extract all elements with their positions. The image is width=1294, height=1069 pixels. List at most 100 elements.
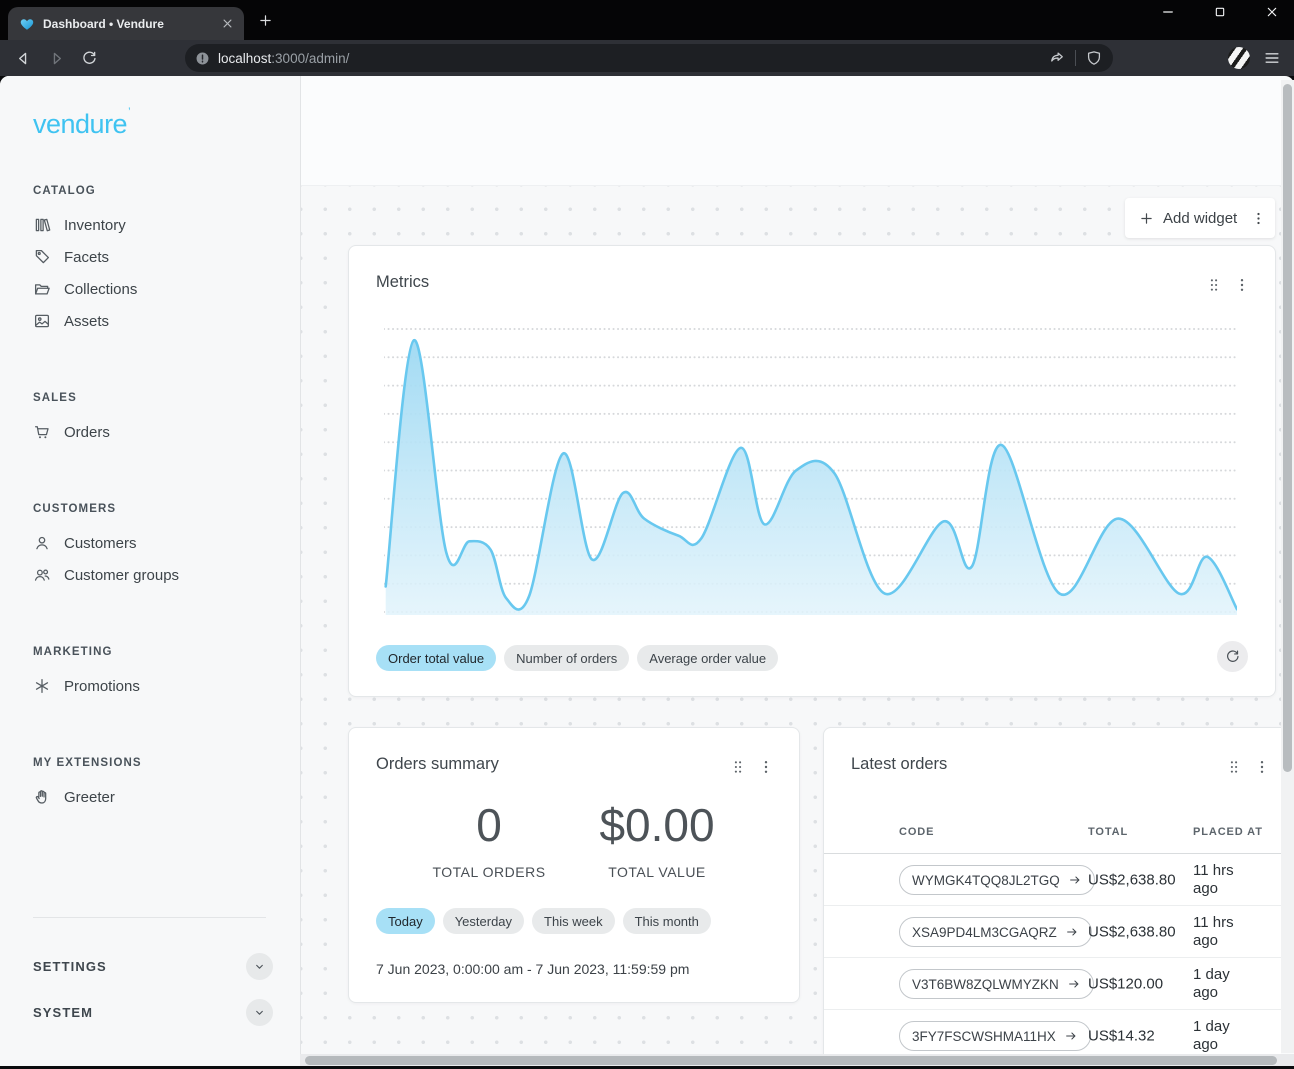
nav-section-heading: MY EXTENSIONS <box>33 757 300 771</box>
browser-tab[interactable]: Dashboard • Vendure <box>8 7 244 40</box>
sidebar-item-orders[interactable]: Orders <box>0 416 300 448</box>
sidebar-item-collections[interactable]: Collections <box>0 273 300 305</box>
metric-tab-average-order-value[interactable]: Average order value <box>637 645 778 671</box>
date-filter-yesterday[interactable]: Yesterday <box>443 908 524 934</box>
back-button[interactable] <box>14 49 33 68</box>
sidebar-item-facets[interactable]: Facets <box>0 241 300 273</box>
sidebar-item-customer-groups[interactable]: Customer groups <box>0 559 300 591</box>
nav-section-heading: CUSTOMERS <box>33 503 300 517</box>
sidebar-item-label: Customers <box>64 535 137 552</box>
column-header-code: CODE <box>899 826 934 838</box>
sidebar-item-inventory[interactable]: Inventory <box>0 209 300 241</box>
date-filter-today[interactable]: Today <box>376 908 435 934</box>
metric-tab-number-of-orders[interactable]: Number of orders <box>504 645 629 671</box>
main-content: Dashboard Super Admin Add widget Metrics… <box>301 76 1281 1066</box>
sidebar-nav: CATALOG Inventory FacetsCollections Assets S… <box>0 185 300 868</box>
window-close-button[interactable] <box>1264 4 1280 20</box>
date-filter-chips: Today Yesterday This week This month <box>376 908 711 934</box>
chevron-down-icon <box>252 1005 267 1020</box>
divider <box>1075 50 1076 66</box>
orders-table-body: WYMGK4TQQ8JL2TGQUS$2,638.8011 hrs agoXSA… <box>824 854 1281 1062</box>
metric-tab-order-total-value[interactable]: Order total value <box>376 645 496 671</box>
add-widget-menu-icon[interactable] <box>1250 210 1267 227</box>
sidebar-item-settings[interactable]: SETTINGS <box>33 950 273 982</box>
tab-title: Dashboard • Vendure <box>43 17 212 31</box>
chevron-down-icon <box>252 959 267 974</box>
tab-strip: Dashboard • Vendure <box>0 0 1294 40</box>
browser-profile-avatar[interactable] <box>1228 47 1250 69</box>
drag-handle-icon[interactable] <box>1225 758 1243 776</box>
url-path: :3000/admin/ <box>271 51 349 66</box>
refresh-button[interactable] <box>1217 641 1248 672</box>
add-widget-button[interactable]: Add widget <box>1125 198 1275 238</box>
order-code-link[interactable]: WYMGK4TQQ8JL2TGQ <box>899 865 1095 895</box>
vendure-logo[interactable]: vendure’ <box>0 76 300 140</box>
order-total: US$2,638.80 <box>1088 923 1176 940</box>
image-icon <box>33 312 51 330</box>
brave-shield-icon[interactable] <box>1085 49 1103 67</box>
order-code-link[interactable]: V3T6BW8ZQLWMYZKN <box>899 969 1094 999</box>
order-code: XSA9PD4LM3CGAQRZ <box>912 925 1057 940</box>
site-info-icon[interactable] <box>194 50 211 67</box>
system-expand-button[interactable] <box>246 999 273 1026</box>
vendure-admin-app: vendure’ CATALOG Inventory FacetsCollectio… <box>0 76 1294 1066</box>
drag-handle-icon[interactable] <box>1205 276 1223 294</box>
order-code-link[interactable]: 3FY7FSCWSHMA11HX <box>899 1021 1091 1051</box>
arrow-right-icon <box>1065 925 1079 939</box>
order-placed-at: 1 day ago <box>1193 966 1257 1002</box>
column-header-total: TOTAL <box>1088 826 1128 838</box>
new-tab-button[interactable] <box>257 12 274 29</box>
horizontal-scrollbar[interactable] <box>300 1054 1281 1066</box>
widget-title: Metrics <box>376 273 429 292</box>
vendure-favicon-icon <box>19 16 35 32</box>
sidebar-item-label: Inventory <box>64 217 126 234</box>
address-bar[interactable]: localhost:3000/admin/ <box>185 44 1113 72</box>
order-row: V3T6BW8ZQLWMYZKNUS$120.001 day ago <box>824 958 1281 1010</box>
column-header-placed-at: PLACED AT <box>1193 826 1263 838</box>
snowflake-icon <box>33 677 51 695</box>
nav-section-heading: CATALOG <box>33 185 300 199</box>
stat-label: TOTAL VALUE <box>557 864 757 880</box>
sidebar-item-greeter[interactable]: Greeter <box>0 781 300 813</box>
share-icon[interactable] <box>1048 49 1066 67</box>
widget-menu-button[interactable] <box>757 758 775 776</box>
sidebar-item-label: Orders <box>64 424 110 441</box>
sidebar-item-label: Greeter <box>64 789 115 806</box>
widget-header: Metrics <box>349 246 1275 304</box>
date-filter-this-week[interactable]: This week <box>532 908 615 934</box>
order-row: WYMGK4TQQ8JL2TGQUS$2,638.8011 hrs ago <box>824 854 1281 906</box>
scrollbar-corner <box>1281 1054 1294 1066</box>
nav-section-heading: SALES <box>33 392 300 406</box>
latest-orders-widget: Latest orders CODE TOTAL PLACED AT WYMGK… <box>823 727 1281 1066</box>
tab-close-icon[interactable] <box>220 16 235 31</box>
reload-button[interactable] <box>80 49 99 68</box>
sidebar-item-label: Promotions <box>64 678 140 695</box>
url-text: localhost:3000/admin/ <box>218 51 1048 66</box>
vertical-scrollbar[interactable] <box>1281 80 1294 1053</box>
date-filter-this-month[interactable]: This month <box>623 908 711 934</box>
orders-summary-widget: Orders summary 0 TOTAL ORDERS $0.00 TOTA… <box>348 727 800 1003</box>
widget-menu-button[interactable] <box>1253 758 1271 776</box>
sidebar-divider <box>33 917 266 918</box>
horizontal-scrollbar-thumb[interactable] <box>305 1056 1277 1065</box>
widget-menu-button[interactable] <box>1233 276 1251 294</box>
sidebar-item-customers[interactable]: Customers <box>0 527 300 559</box>
order-placed-at: 11 hrs ago <box>1193 914 1257 950</box>
nav-section-heading: MARKETING <box>33 646 300 660</box>
window-minimize-button[interactable] <box>1160 4 1176 20</box>
widget-title: Latest orders <box>851 755 947 774</box>
browser-menu-button[interactable] <box>1262 48 1282 68</box>
order-code-link[interactable]: XSA9PD4LM3CGAQRZ <box>899 917 1092 947</box>
users-icon <box>33 566 51 584</box>
sidebar-item-system[interactable]: SYSTEM <box>33 996 273 1028</box>
sidebar-item-promotions[interactable]: Promotions <box>0 670 300 702</box>
sidebar-item-label: Assets <box>64 313 109 330</box>
widget-header: Orders summary <box>349 728 799 786</box>
sidebar-item-assets[interactable]: Assets <box>0 305 300 337</box>
vertical-scrollbar-thumb[interactable] <box>1283 84 1292 772</box>
settings-expand-button[interactable] <box>246 953 273 980</box>
window-maximize-button[interactable] <box>1212 4 1228 20</box>
forward-button[interactable] <box>47 49 66 68</box>
browser-toolbar: localhost:3000/admin/ <box>0 40 1294 76</box>
drag-handle-icon[interactable] <box>729 758 747 776</box>
